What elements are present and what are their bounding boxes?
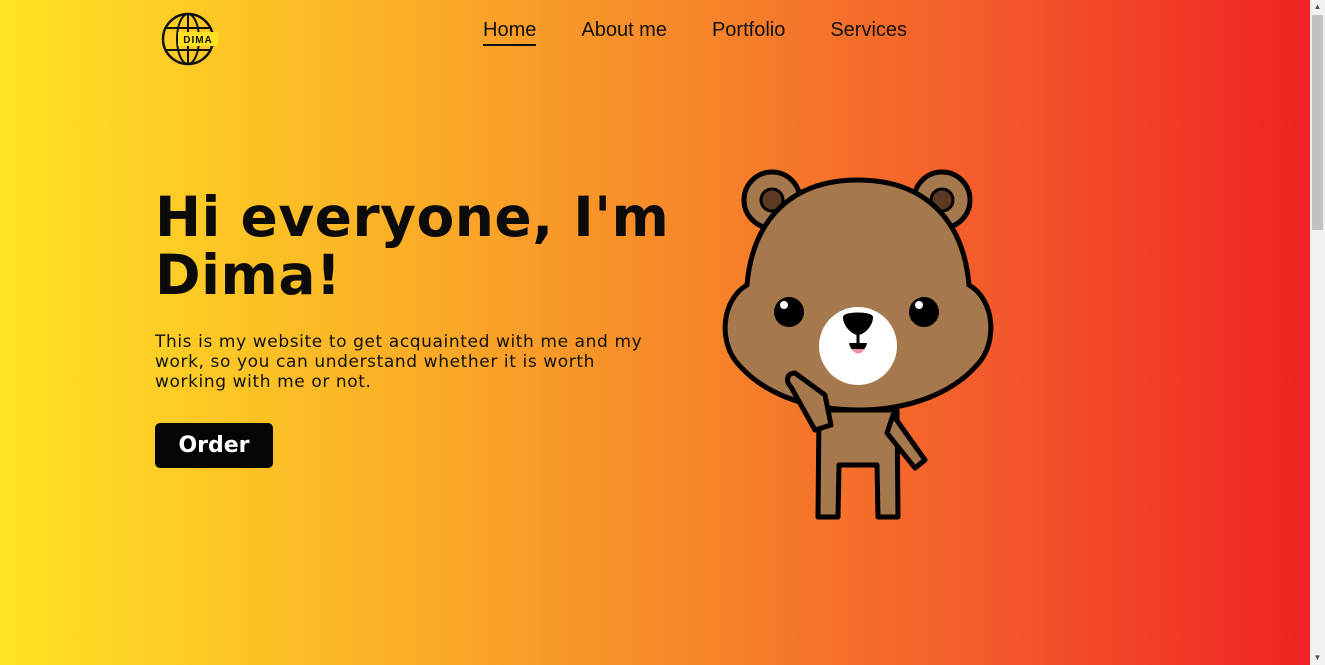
vertical-scrollbar[interactable]: ▲ ▼	[1310, 0, 1325, 665]
logo-text: DIMA	[183, 35, 213, 46]
nav-home[interactable]: Home	[483, 19, 537, 46]
nav-services[interactable]: Services	[830, 19, 907, 46]
arrow-up-icon[interactable]: ▲	[1310, 0, 1325, 14]
scrollbar-thumb[interactable]	[1312, 15, 1323, 230]
nav-portfolio[interactable]: Portfolio	[712, 19, 785, 46]
main-nav: Home About me Portfolio Services	[483, 19, 907, 46]
hero-title: Hi everyone, I'm Dima!	[155, 185, 670, 307]
bear-mascot-illustration	[722, 169, 994, 520]
arrow-down-icon[interactable]: ▼	[1310, 651, 1325, 665]
nav-about-me[interactable]: About me	[581, 19, 667, 46]
landing-page: DIMA Home About me Portfolio Services Hi…	[0, 0, 1310, 665]
logo-globe-icon[interactable]: DIMA	[160, 10, 218, 68]
order-button[interactable]: Order	[155, 423, 273, 468]
hero-description: This is my website to get acquainted wit…	[155, 332, 643, 392]
